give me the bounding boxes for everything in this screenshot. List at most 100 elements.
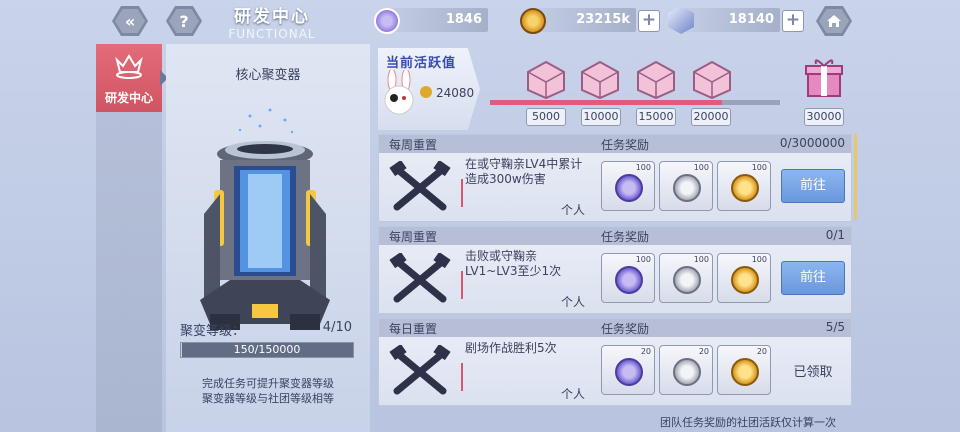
reward-count: 100 [635,255,651,264]
claimed-status: 已领取 [793,365,833,380]
task-scope: 个人 [561,295,586,309]
task-progress: 0/1 [825,228,845,242]
page-title: 研发中心 [234,7,310,27]
task-list-scrollbar[interactable] [854,134,857,220]
crossed-swords-icon [389,345,451,395]
help-button[interactable]: ? [166,6,202,36]
reward-slot[interactable]: 100 [601,161,655,211]
resource-value: 18140 [728,12,774,27]
task-progress: 0/3000000 [779,136,845,150]
reactor-title: 核心聚变器 [235,68,301,83]
silver-medal-icon [673,174,701,202]
activity-title: 当前活跃值 [386,56,457,71]
task-reward-label: 任务奖励 [601,138,650,152]
reactor-description: 完成任务可提升聚变器等级 聚变器等级与社团等级相等 [166,376,370,406]
task-reset-type: 每周重置 [389,230,438,244]
task-header: 每周重置 任务奖励 0/1 [379,227,851,245]
page-subtitle: FUNCTIONAL [228,27,316,41]
go-button[interactable]: 前往 [781,169,845,203]
milestone-label: 10000 [581,108,621,126]
resource-value: 1846 [445,12,482,27]
task-separator [461,363,463,391]
home-button[interactable] [816,6,852,36]
back-button[interactable]: « [112,6,148,36]
reactor-panel: 核心聚变器 聚变等级： 4/10 150/150000 完成任务可提升聚变器等级… [166,44,370,432]
task-progress: 5/5 [825,320,845,334]
task-separator [461,271,463,299]
home-icon [827,15,841,27]
purple-medal-icon [615,266,643,294]
add-gold-button[interactable]: + [638,10,660,32]
reward-slot[interactable]: 20 [717,345,771,395]
reward-count: 100 [635,163,651,172]
silver-medal-icon [673,358,701,386]
gold-medal-icon [731,266,759,294]
purple-medal-icon [615,174,643,202]
reward-slot[interactable]: 100 [659,161,713,211]
task-reset-type: 每周重置 [389,138,438,152]
sidebar-item-label: 研发中心 [104,91,153,105]
fusion-level-label: 聚变等级： [180,324,246,339]
gold-medal-icon [731,174,759,202]
reward-slot[interactable]: 100 [717,161,771,211]
double-chevron-left-icon: « [124,11,136,31]
milestone-label: 20000 [691,108,731,126]
activity-progress-fill [490,100,722,105]
gift-box-icon[interactable] [526,60,566,100]
reward-count: 100 [751,163,767,172]
gift-box-icon[interactable] [692,60,732,100]
fusion-reactor-image [200,108,330,330]
task-reset-type: 每日重置 [389,322,438,336]
description-line: 聚变器等级与社团等级相等 [202,392,334,405]
sidebar [96,112,162,432]
reward-count: 20 [640,347,651,356]
task-reward-label: 任务奖励 [601,230,650,244]
gold-medal-icon [731,358,759,386]
milestone-label: 15000 [636,108,676,126]
bunny-mascot-icon [384,70,414,115]
reward-count: 100 [693,163,709,172]
crown-icon [115,54,143,79]
add-crystal-button[interactable]: + [782,10,804,32]
crossed-swords-icon [389,161,451,211]
description-line: 完成任务可提升聚变器等级 [202,377,334,390]
milestone-label: 30000 [804,108,844,126]
task-row: 每周重置 任务奖励 0/3000000 在或守鞠亲LV4中累计造成300w伤害 … [378,134,852,222]
task-scope: 个人 [561,203,586,217]
task-scope: 个人 [561,387,586,401]
purple-token-icon [374,8,400,34]
go-button[interactable]: 前往 [781,261,845,295]
reward-count: 100 [693,255,709,264]
activity-header: 当前活跃值 24080 [378,48,480,130]
gift-box-icon[interactable] [580,60,620,100]
reward-slot[interactable]: 100 [601,253,655,303]
reward-slot[interactable]: 100 [717,253,771,303]
medal-icon [420,86,432,98]
gift-box-icon[interactable] [636,60,676,100]
reward-slot[interactable]: 20 [659,345,713,395]
top-bar: « ? 研发中心 FUNCTIONAL 1846 23215k + 18140 … [0,0,960,44]
sidebar-item-research-center[interactable]: 研发中心 [96,44,162,112]
fusion-level-value: 4/10 [322,320,352,335]
fusion-exp-bar: 150/150000 [180,342,354,358]
task-description: 在或守鞠亲LV4中累计造成300w伤害 [465,157,583,186]
footer-note: 团队任务奖励的社团活跃仅计算一次 [660,416,836,429]
task-row: 每周重置 任务奖励 0/1 击败或守鞠亲LV1~LV3至少1次 个人 100 1… [378,226,852,314]
fusion-exp-text: 150/150000 [233,343,301,356]
gold-coin-icon [520,8,546,34]
reward-slot[interactable]: 20 [601,345,655,395]
resource-crystal: 18140 [680,8,780,32]
silver-medal-icon [673,266,701,294]
activity-value: 24080 [436,86,475,100]
milestone-label: 5000 [526,108,566,126]
big-gift-box-icon[interactable] [802,56,846,100]
task-description: 击败或守鞠亲LV1~LV3至少1次 [465,249,562,278]
task-separator [461,179,463,207]
question-icon: ? [179,11,189,31]
purple-medal-icon [615,358,643,386]
task-header: 每周重置 任务奖励 0/3000000 [379,135,851,153]
activity-progress-track [490,100,780,105]
reward-count: 20 [756,347,767,356]
reward-count: 20 [698,347,709,356]
reward-slot[interactable]: 100 [659,253,713,303]
